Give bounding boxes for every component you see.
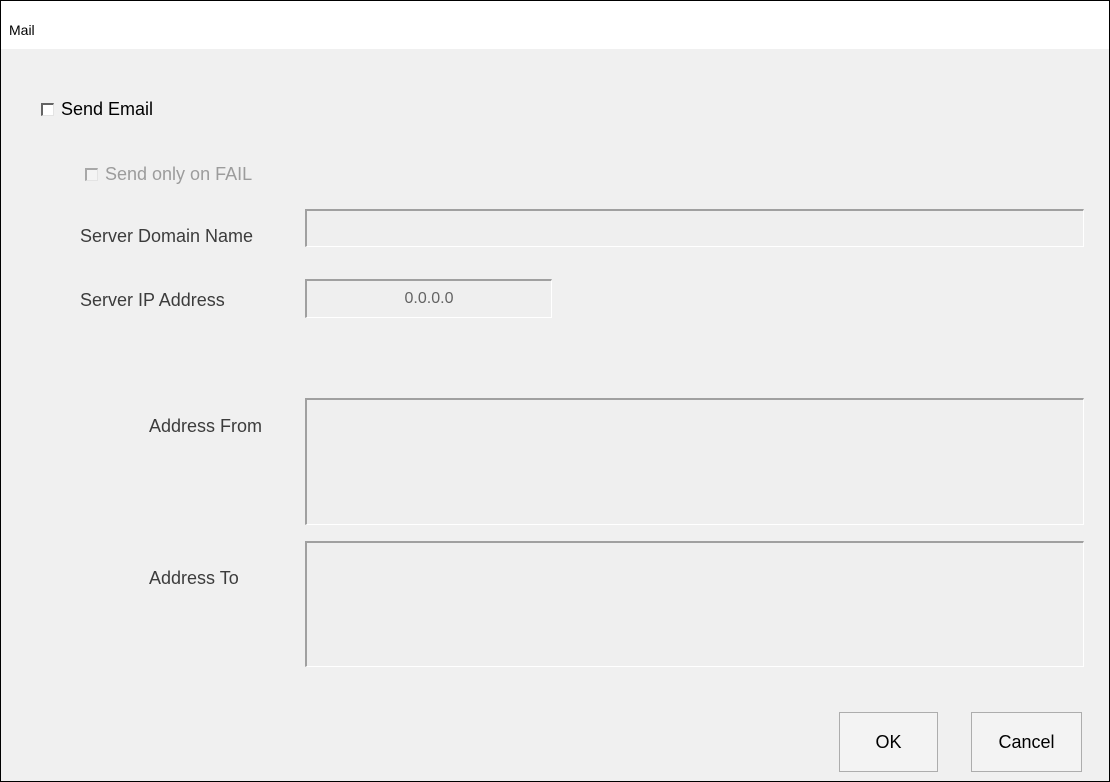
ok-button[interactable]: OK — [839, 712, 938, 772]
mail-dialog: Mail Send Email Send only on FAIL Server… — [0, 0, 1110, 782]
send-only-on-fail-checkbox-row[interactable]: Send only on FAIL — [85, 164, 252, 185]
send-email-checkbox-row[interactable]: Send Email — [41, 99, 153, 120]
send-email-checkbox[interactable] — [41, 103, 54, 116]
send-email-label: Send Email — [61, 99, 154, 119]
send-only-on-fail-label: Send only on FAIL — [105, 164, 253, 184]
window-title: Mail — [9, 22, 35, 38]
send-only-on-fail-checkbox[interactable] — [85, 168, 98, 181]
address-from-label: Address From — [149, 416, 263, 436]
server-ip-address-input[interactable]: 0.0.0.0 — [305, 279, 552, 318]
address-to-input[interactable] — [305, 541, 1084, 667]
server-domain-name-input[interactable] — [305, 209, 1084, 247]
cancel-button[interactable]: Cancel — [971, 712, 1082, 772]
server-domain-name-label: Server Domain Name — [80, 226, 254, 246]
address-to-label: Address To — [149, 568, 239, 588]
server-ip-address-value: 0.0.0.0 — [404, 290, 454, 307]
server-ip-address-label: Server IP Address — [80, 290, 225, 310]
title-bar: Mail — [1, 1, 1109, 49]
address-from-input[interactable] — [305, 398, 1084, 525]
